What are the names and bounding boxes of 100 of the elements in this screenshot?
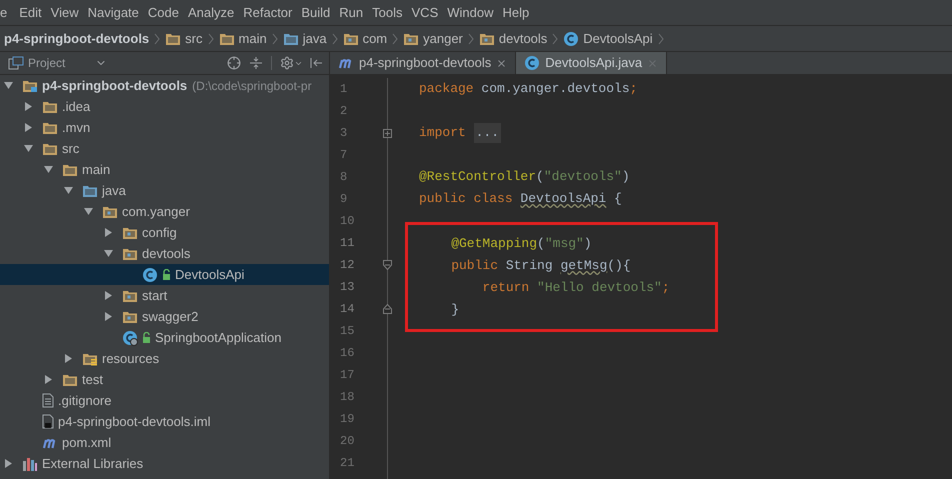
tree-item[interactable]: com.yanger: [0, 201, 329, 222]
tree-item[interactable]: p4-springboot-devtools (D:\code\springboot-pr: [0, 75, 329, 96]
fold-icon[interactable]: [383, 304, 392, 314]
breadcrumb-item[interactable]: main: [218, 28, 267, 48]
line-number: 17: [340, 367, 354, 384]
folder-icon: [42, 100, 58, 114]
menu-item[interactable]: Navigate: [84, 2, 143, 22]
collapsed-arrow-icon[interactable]: [104, 228, 113, 237]
tree-item[interactable]: devtools: [0, 243, 329, 264]
line-number: 19: [340, 411, 354, 428]
hide-panel-icon[interactable]: [309, 56, 323, 70]
lock-icon: [142, 332, 151, 343]
collapsed-arrow-icon[interactable]: [64, 354, 73, 363]
close-icon[interactable]: [496, 58, 508, 68]
breadcrumb-item[interactable]: devtools: [478, 28, 548, 48]
chevron-icon: [658, 32, 664, 44]
locate-icon[interactable]: [227, 56, 241, 70]
package-folder-icon: [122, 288, 138, 302]
tab-label: DevtoolsApi.java: [545, 54, 642, 72]
expanded-arrow-icon[interactable]: [4, 81, 13, 90]
tree-item[interactable]: start: [0, 285, 329, 306]
tree-item[interactable]: DevtoolsApi: [0, 264, 329, 285]
menu-item[interactable]: Window: [443, 2, 498, 22]
chevron-icon: [552, 32, 558, 44]
line-number: 13: [340, 279, 354, 296]
expanded-arrow-icon[interactable]: [104, 249, 113, 258]
folder-icon: [218, 32, 235, 46]
code-line: @GetMapping("msg"): [450, 235, 593, 254]
menu-item[interactable]: Code: [144, 2, 183, 22]
folder-icon: [42, 120, 58, 134]
collapsed-arrow-icon[interactable]: [24, 123, 33, 132]
collapsed-arrow-icon[interactable]: [44, 375, 53, 384]
breadcrumb-item[interactable]: p4-springboot-devtools: [4, 28, 150, 48]
chevron-icon: [332, 32, 338, 44]
collapsed-arrow-icon[interactable]: [104, 291, 113, 300]
menu-item[interactable]: Build: [297, 2, 334, 22]
tree-item[interactable]: java: [0, 180, 329, 201]
expanded-arrow-icon[interactable]: [44, 165, 53, 174]
code-line: import ...: [419, 122, 688, 144]
chevron-icon: [154, 32, 160, 44]
code-line: public String getMsg(){: [450, 257, 632, 276]
text-file-icon: [42, 393, 54, 408]
line-number: 15: [340, 323, 354, 340]
tree-item[interactable]: config: [0, 222, 329, 243]
menu-item[interactable]: e: [0, 2, 16, 22]
tree-item[interactable]: src: [0, 138, 329, 159]
tree-item[interactable]: swagger2: [0, 306, 329, 327]
line-number: 9: [340, 191, 348, 208]
line-number: 7: [340, 147, 348, 164]
menu-item[interactable]: Run: [335, 2, 368, 22]
collapsed-arrow-icon[interactable]: [104, 312, 113, 321]
menu-item[interactable]: View: [46, 2, 83, 22]
tree-item[interactable]: test: [0, 369, 329, 390]
expanded-arrow-icon[interactable]: [84, 207, 93, 216]
line-number: 3: [340, 125, 348, 142]
folder-icon: [62, 162, 78, 176]
tree-item[interactable]: .gitignore: [0, 390, 329, 411]
collapsed-arrow-icon[interactable]: [24, 102, 33, 111]
breadcrumb-item[interactable]: DevtoolsApi: [563, 28, 653, 48]
line-number: 8: [340, 169, 348, 186]
menu-item[interactable]: Edit: [15, 2, 46, 22]
breadcrumb-item[interactable]: yanger: [403, 28, 463, 48]
code-line: public class DevtoolsApi {: [419, 190, 623, 208]
breadcrumb-item[interactable]: src: [165, 28, 203, 48]
code-line: }: [450, 301, 460, 320]
menu-item[interactable]: Analyze: [184, 2, 238, 22]
line-number: 10: [340, 213, 354, 230]
folder-icon: [42, 142, 58, 156]
breadcrumb-item[interactable]: com: [342, 28, 388, 48]
tree-item[interactable]: main: [0, 159, 329, 180]
tree-item[interactable]: External Libraries: [0, 453, 329, 474]
source-folder-icon: [82, 184, 98, 198]
class-icon: [122, 330, 138, 346]
package-folder-icon: [478, 32, 495, 46]
expanded-arrow-icon[interactable]: [64, 186, 73, 195]
code-line: return "Hello devtools";: [481, 279, 671, 298]
expanded-arrow-icon[interactable]: [24, 144, 33, 153]
panel-title[interactable]: Project: [28, 54, 66, 72]
breadcrumb-item[interactable]: java: [282, 28, 327, 48]
menu-item[interactable]: VCS: [408, 2, 442, 22]
menu-item[interactable]: Tools: [368, 2, 407, 22]
editor-tab[interactable]: DevtoolsApi.java: [516, 52, 668, 74]
line-number: 18: [340, 389, 354, 406]
tree-item[interactable]: SpringbootApplication: [0, 327, 329, 348]
collapsed-arrow-icon[interactable]: [4, 459, 13, 468]
menu-item[interactable]: Refactor: [239, 2, 296, 22]
tree-item[interactable]: pom.xml: [0, 432, 329, 453]
tree-item[interactable]: resources: [0, 348, 329, 369]
settings-icon[interactable]: [280, 56, 294, 70]
package-folder-icon: [122, 226, 138, 240]
collapse-all-icon[interactable]: [249, 56, 263, 70]
class-icon: [524, 55, 540, 71]
tree-item[interactable]: .idea: [0, 96, 329, 117]
expand-fold-icon[interactable]: [383, 128, 392, 138]
tree-item[interactable]: p4-springboot-devtools.iml: [0, 411, 329, 432]
line-number: 21: [340, 455, 354, 472]
tab-label: p4-springboot-devtools: [359, 54, 492, 72]
fold-icon[interactable]: [383, 260, 392, 270]
menu-item[interactable]: Help: [498, 2, 534, 22]
tree-item[interactable]: .mvn: [0, 117, 329, 138]
